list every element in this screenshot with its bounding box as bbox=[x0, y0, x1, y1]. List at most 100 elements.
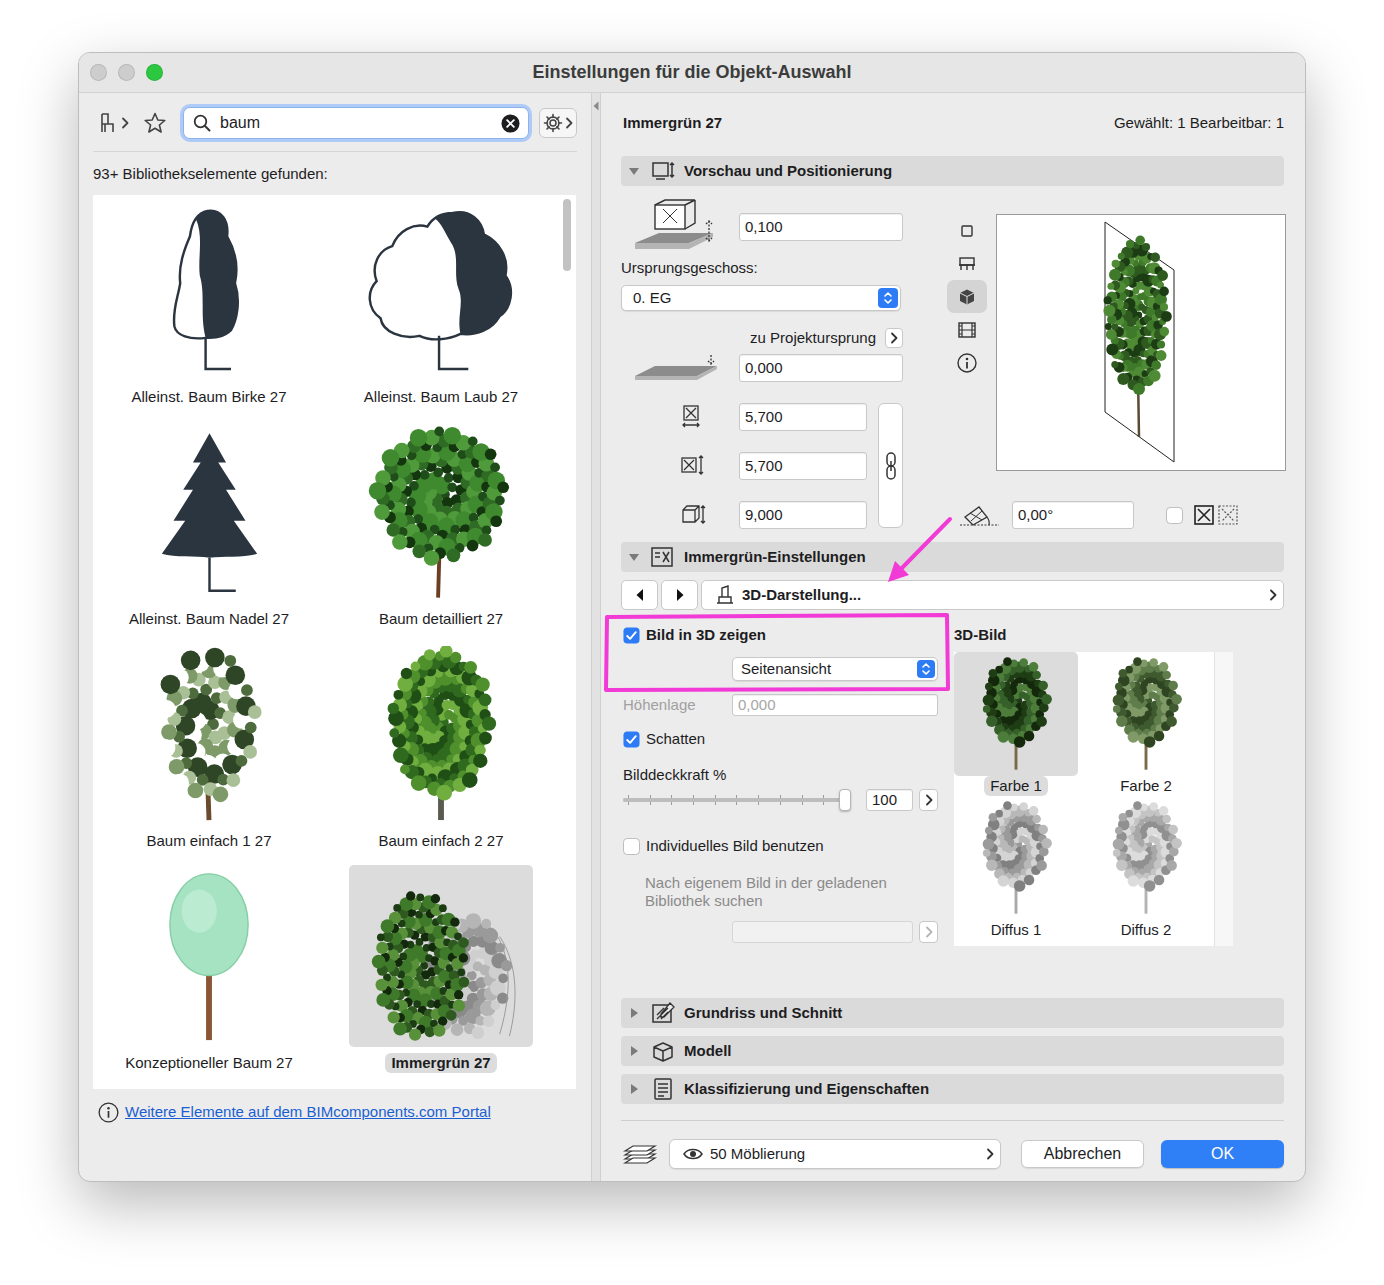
section-title: Klassifizierung und Eigenschaften bbox=[684, 1078, 929, 1101]
library-item[interactable]: Alleinst. Baum Laub 27 bbox=[325, 195, 557, 417]
library-item-preview[interactable] bbox=[117, 643, 301, 825]
window-minimize-button[interactable] bbox=[118, 64, 135, 81]
custom-image-row[interactable]: Individuelles Bild benutzen bbox=[621, 836, 941, 856]
checkbox[interactable] bbox=[623, 627, 640, 644]
settings-section-header[interactable]: Immergrün-Einstellungen bbox=[621, 542, 1284, 572]
image-option-preview[interactable] bbox=[1084, 796, 1208, 920]
library-item-label: Alleinst. Baum Birke 27 bbox=[125, 387, 292, 407]
search-input[interactable] bbox=[220, 111, 492, 135]
collapsed-section-header[interactable]: Modell bbox=[621, 1036, 1284, 1066]
reference-elevation-icon bbox=[631, 354, 721, 382]
disclosure-triangle-icon bbox=[628, 1083, 640, 1095]
library-item-preview[interactable] bbox=[349, 643, 533, 825]
elevation-icon bbox=[629, 199, 719, 255]
page-select[interactable]: 3D-Darstellung... bbox=[701, 580, 1284, 610]
ok-button[interactable]: OK bbox=[1161, 1140, 1284, 1168]
opacity-input[interactable]: 100 bbox=[866, 789, 913, 811]
angle-input[interactable]: 0,00° bbox=[1012, 501, 1134, 529]
library-item-preview[interactable] bbox=[349, 865, 533, 1047]
library-item-preview[interactable] bbox=[349, 421, 533, 603]
chevron-right-icon bbox=[925, 794, 933, 806]
label-row: Farbe 2 bbox=[1084, 776, 1208, 796]
library-item-preview[interactable] bbox=[349, 199, 533, 381]
library-item[interactable]: Baum einfach 2 27 bbox=[325, 639, 557, 861]
view-mode-button[interactable] bbox=[947, 214, 987, 247]
checkbox[interactable] bbox=[623, 731, 640, 748]
image-option-preview[interactable] bbox=[954, 652, 1078, 776]
view-mode-button[interactable] bbox=[947, 247, 987, 280]
window-close-button[interactable] bbox=[90, 64, 107, 81]
birch-tree-icon bbox=[170, 207, 249, 373]
search-field[interactable] bbox=[183, 107, 529, 139]
scrollbar-thumb[interactable] bbox=[563, 199, 571, 271]
color-tree-icon bbox=[968, 656, 1064, 772]
elevation-offset-row: Höhenlage0,000 bbox=[621, 694, 941, 716]
library-options-button[interactable] bbox=[539, 108, 577, 138]
next-page-button[interactable] bbox=[661, 580, 698, 610]
dialog-footer: 50 Möblierung Abbrechen OK bbox=[621, 1139, 1284, 1169]
reference-elevation-input[interactable]: 0,000 bbox=[739, 354, 903, 382]
panel-divider[interactable] bbox=[591, 93, 601, 1181]
slider-thumb[interactable] bbox=[839, 789, 851, 811]
diffuse-tree-icon bbox=[968, 800, 1064, 916]
reference-label: zu Projektursprung bbox=[750, 327, 876, 350]
image-option[interactable]: Farbe 2 bbox=[1084, 652, 1214, 796]
library-item[interactable]: Baum einfach 1 27 bbox=[93, 639, 325, 861]
image-grid: Farbe 1Farbe 2Diffus 1Diffus 2 bbox=[954, 652, 1214, 946]
result-count: 93+ Bibliothekselemente gefunden: bbox=[93, 165, 591, 183]
opacity-menu-button[interactable] bbox=[919, 789, 938, 811]
label-row: Alleinst. Baum Laub 27 bbox=[325, 387, 557, 407]
shadow-row[interactable]: Schatten bbox=[621, 729, 941, 749]
view-select[interactable]: Seitenansicht bbox=[732, 657, 938, 681]
image-scrollbar[interactable] bbox=[1214, 652, 1233, 946]
chevron-right-icon bbox=[565, 117, 573, 129]
library-item[interactable]: Alleinst. Baum Nadel 27 bbox=[93, 417, 325, 639]
show-image-row[interactable]: Bild in 3D zeigen bbox=[621, 625, 941, 645]
preview-section-header[interactable]: Vorschau und Positionierung bbox=[621, 156, 1284, 186]
image-option-preview[interactable] bbox=[954, 796, 1078, 920]
home-story-label: Ursprungsgeschoss: bbox=[621, 259, 908, 277]
collapsed-section-header[interactable]: Grundriss und Schnitt bbox=[621, 998, 1284, 1028]
info-icon bbox=[98, 1102, 119, 1123]
reference-button[interactable] bbox=[885, 328, 903, 348]
library-item[interactable]: Alleinst. Baum Birke 27 bbox=[93, 195, 325, 417]
image-option[interactable]: Farbe 1 bbox=[954, 652, 1084, 796]
home-story-select[interactable]: 0. EG bbox=[621, 285, 901, 311]
view-mode-button[interactable] bbox=[947, 346, 987, 379]
view-mode-button[interactable] bbox=[947, 313, 987, 346]
portal-link[interactable]: Weitere Elemente auf dem BIMcomponents.c… bbox=[125, 1101, 491, 1124]
library-item-preview[interactable] bbox=[117, 199, 301, 381]
checkbox[interactable] bbox=[623, 838, 640, 855]
opacity-slider[interactable] bbox=[623, 787, 851, 813]
image-option[interactable]: Diffus 1 bbox=[954, 796, 1084, 940]
window-zoom-button[interactable] bbox=[146, 64, 163, 81]
image-option[interactable]: Diffus 2 bbox=[1084, 796, 1214, 940]
favorites-button[interactable] bbox=[141, 108, 169, 138]
elevation-input[interactable]: 0,100 bbox=[739, 213, 903, 241]
proportion-lock-button[interactable] bbox=[878, 403, 903, 528]
library-browse-button[interactable] bbox=[97, 108, 131, 138]
library-item[interactable]: Immergrün 27 bbox=[325, 861, 557, 1083]
image-picker: 3D-BildFarbe 1Farbe 2Diffus 1Diffus 2 bbox=[954, 610, 1233, 946]
image-options: Bild in 3D zeigen Seitenansicht Höhenlage0… bbox=[621, 610, 941, 946]
library-item-preview[interactable] bbox=[117, 421, 301, 603]
eye-icon bbox=[682, 1146, 704, 1162]
view-mode-button[interactable] bbox=[947, 280, 987, 313]
layer-select[interactable]: 50 Möblierung bbox=[669, 1139, 1001, 1169]
previous-page-button[interactable] bbox=[621, 580, 658, 610]
library-item-preview[interactable] bbox=[117, 865, 301, 1047]
library-item-label: Konzeptioneller Baum 27 bbox=[119, 1053, 299, 1073]
reference-row: zu Projektursprung bbox=[621, 327, 908, 349]
checkbox[interactable] bbox=[1166, 507, 1183, 524]
height-input[interactable]: 9,000 bbox=[739, 501, 867, 529]
width-input[interactable]: 5,700 bbox=[739, 403, 867, 431]
library-scrollbar[interactable] bbox=[557, 195, 576, 1089]
image-option-preview[interactable] bbox=[1084, 652, 1208, 776]
previous-icon bbox=[635, 588, 645, 602]
depth-input[interactable]: 5,700 bbox=[739, 452, 867, 480]
collapsed-section-header[interactable]: Klassifizierung und Eigenschaften bbox=[621, 1074, 1284, 1104]
library-item[interactable]: Konzeptioneller Baum 27 bbox=[93, 861, 325, 1083]
cancel-button[interactable]: Abbrechen bbox=[1021, 1140, 1144, 1168]
library-item[interactable]: Baum detailliert 27 bbox=[325, 417, 557, 639]
opacity-row: 100 bbox=[621, 787, 941, 813]
